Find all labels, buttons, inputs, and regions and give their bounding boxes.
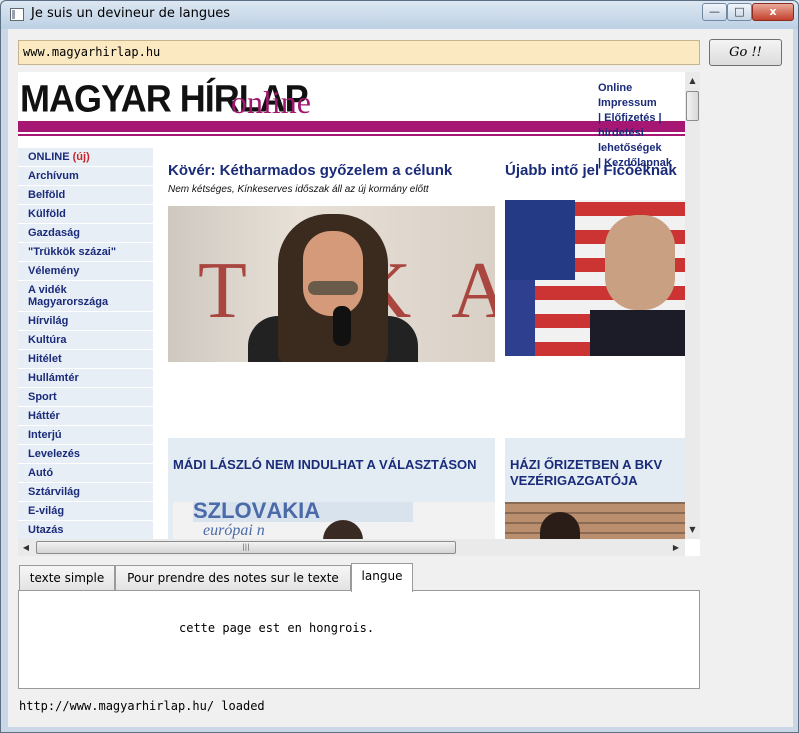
nav-item-kultura[interactable]: Kultúra — [18, 331, 153, 350]
nav-item-e-vilag[interactable]: E-világ — [18, 502, 153, 521]
nav-item-hullamter[interactable]: Hullámtér — [18, 369, 153, 388]
maximize-button[interactable]: □ — [727, 3, 752, 21]
tab-texte-simple[interactable]: texte simple — [19, 565, 115, 591]
tab-notes[interactable]: Pour prendre des notes sur le texte — [115, 565, 351, 591]
tab-langue[interactable]: langue — [351, 563, 413, 592]
nav-item-sztarvilag[interactable]: Sztárvilág — [18, 483, 153, 502]
site-logo-online[interactable]: online — [231, 84, 311, 121]
nav-item-online[interactable]: ONLINE (új) — [18, 148, 153, 167]
status-bar: http://www.magyarhirlap.hu/ loaded — [19, 699, 265, 713]
article-photo-1[interactable]: TIKA — [168, 206, 495, 362]
minimize-button[interactable]: — — [702, 3, 727, 21]
scroll-down-icon[interactable]: ▼ — [685, 523, 700, 537]
photo-face — [605, 215, 675, 310]
nav-item-label: ONLINE — [28, 151, 70, 163]
link-online[interactable]: Online — [598, 81, 698, 96]
photo-face — [303, 231, 363, 316]
nav-item-interju[interactable]: Interjú — [18, 426, 153, 445]
close-button[interactable]: x — [752, 3, 794, 21]
go-button[interactable]: Go !! — [709, 39, 782, 66]
window-title: Je suis un devineur de langues — [31, 6, 231, 21]
nav-item-auto[interactable]: Autó — [18, 464, 153, 483]
photo-banner: SZLOVÁKIA — [193, 502, 413, 522]
scroll-right-icon[interactable]: ▶ — [669, 539, 683, 556]
nav-item-archivum[interactable]: Archívum — [18, 167, 153, 186]
link-impressum[interactable]: Impressum — [598, 96, 698, 111]
nav-item-velemeny[interactable]: Vélemény — [18, 262, 153, 281]
link-elofizetes[interactable]: | Előfizetés | — [598, 111, 698, 126]
new-badge: (új) — [72, 151, 90, 163]
nav-item-gazdasag[interactable]: Gazdaság — [18, 224, 153, 243]
top-links: Online Impressum | Előfizetés | hirdetés… — [598, 81, 698, 171]
headline-1[interactable]: Kövér: Kétharmados győzelem a célunk — [168, 162, 452, 179]
photo-flag-canton — [505, 200, 575, 280]
vertical-scrollbar[interactable]: ▲ ▼ — [685, 72, 700, 539]
link-lehetosegek[interactable]: lehetőségek — [598, 141, 698, 156]
url-input[interactable]: www.magyarhirlap.hu — [18, 40, 700, 65]
app-icon — [10, 8, 24, 21]
header-bar — [18, 121, 685, 132]
nav-item-a-videk[interactable]: A vidék Magyarországa — [18, 281, 153, 312]
nav-item-levelezes[interactable]: Levelezés — [18, 445, 153, 464]
site-nav: ONLINE (új) Archívum Belföld Külföld Gaz… — [18, 148, 153, 540]
horizontal-scroll-thumb[interactable]: ||| — [36, 541, 456, 554]
nav-item-utazas[interactable]: Utazás — [18, 521, 153, 540]
news-box-2-headline[interactable]: HÁZI ŐRIZETBEN A BKV VEZÉRIGAZGATÓJA — [510, 457, 685, 489]
nav-item-hitelet[interactable]: Hitélet — [18, 350, 153, 369]
header-divider — [18, 134, 685, 136]
title-bar: Je suis un devineur de langues — □ x — [1, 1, 798, 29]
web-view[interactable]: MAGYAR HÍRLAP online Online Impressum | … — [18, 72, 700, 556]
photo-suit — [590, 310, 685, 356]
scroll-up-icon[interactable]: ▲ — [685, 74, 700, 88]
tab-panel-langue: cette page est en hongrois. — [18, 590, 700, 689]
client-area: www.magyarhirlap.hu Go !! MAGYAR HÍRLAP … — [8, 29, 793, 727]
vertical-scroll-thumb[interactable] — [686, 91, 699, 121]
nav-item-kulfold[interactable]: Külföld — [18, 205, 153, 224]
photo-script-text: európai n — [203, 522, 265, 539]
subheadline-1: Nem kétséges, Kínkeserves időszak áll az… — [168, 184, 429, 195]
app-window: Je suis un devineur de langues — □ x www… — [0, 0, 799, 733]
photo-mustache — [308, 281, 358, 295]
article-photo-2[interactable] — [505, 200, 685, 356]
horizontal-scrollbar[interactable]: ◀ ||| ▶ — [18, 539, 685, 556]
language-result: cette page est en hongrois. — [179, 621, 375, 635]
nav-item-sport[interactable]: Sport — [18, 388, 153, 407]
nav-item-hatter[interactable]: Háttér — [18, 407, 153, 426]
link-hirdetesi[interactable]: hirdetési — [598, 126, 698, 141]
photo-microphone — [333, 306, 351, 346]
nav-item-belfold[interactable]: Belföld — [18, 186, 153, 205]
nav-item-hirvilag[interactable]: Hírvilág — [18, 312, 153, 331]
news-box-1-headline[interactable]: MÁDI LÁSZLÓ NEM INDULHAT A VÁLASZTÁSON — [173, 457, 493, 473]
scroll-left-icon[interactable]: ◀ — [19, 539, 33, 556]
nav-item-trukkok[interactable]: "Trükkök százai" — [18, 243, 153, 262]
headline-2[interactable]: Újabb intő jel Ficóéknak — [505, 162, 677, 179]
